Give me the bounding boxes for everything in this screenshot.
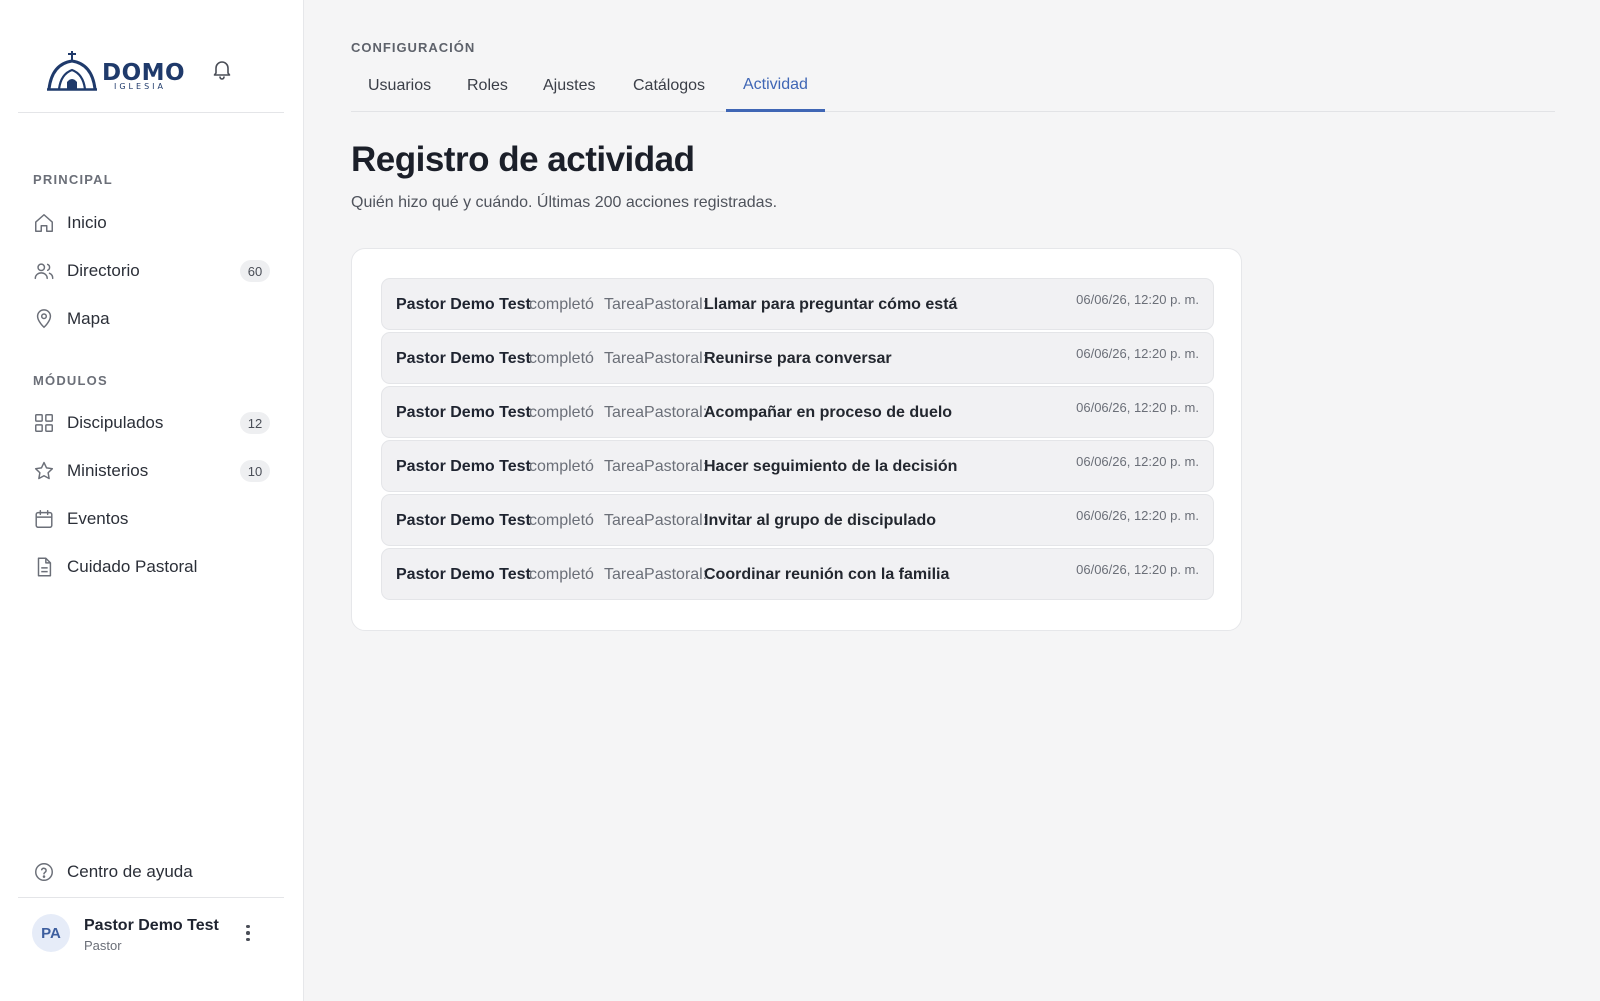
activity-row: Pastor Demo Test completó TareaPastoral:… <box>381 386 1214 438</box>
sidebar-item-inicio[interactable]: Inicio <box>18 203 284 243</box>
activity-target: Llamar para preguntar cómo está <box>704 296 958 313</box>
activity-actor: Pastor Demo Test <box>396 458 531 475</box>
activity-timestamp: 06/06/26, 12:20 p. m. <box>1076 454 1199 469</box>
activity-actor: Pastor Demo Test <box>396 296 531 313</box>
activity-card: Pastor Demo Test completó TareaPastoral:… <box>351 248 1242 631</box>
activity-target: Reunirse para conversar <box>704 350 892 367</box>
activity-entity: TareaPastoral: <box>604 566 708 583</box>
tab-ajustes[interactable]: Ajustes <box>526 70 612 112</box>
map-pin-icon <box>33 308 55 330</box>
more-options-icon[interactable] <box>238 920 258 946</box>
sidebar-item-label: Inicio <box>67 213 107 232</box>
church-dome-icon <box>47 51 97 91</box>
sidebar-item-ministerios[interactable]: Ministerios 10 <box>18 451 284 491</box>
activity-entity: TareaPastoral: <box>604 296 708 313</box>
sidebar-item-label: Discipulados <box>67 413 164 432</box>
activity-actor: Pastor Demo Test <box>396 566 531 583</box>
user-role: Pastor <box>84 938 122 953</box>
user-profile[interactable]: PA Pastor Demo Test Pastor <box>32 914 272 956</box>
sidebar-item-discipulados[interactable]: Discipulados 12 <box>18 403 284 443</box>
settings-tabs: Usuarios Roles Ajustes Catálogos Activid… <box>351 70 1555 112</box>
activity-entity: TareaPastoral: <box>604 458 708 475</box>
footer-divider <box>18 897 284 898</box>
activity-verb: completó <box>529 404 594 421</box>
activity-row: Pastor Demo Test completó TareaPastoral:… <box>381 494 1214 546</box>
activity-actor: Pastor Demo Test <box>396 404 531 421</box>
activity-target: Hacer seguimiento de la decisión <box>704 458 958 475</box>
activity-verb: completó <box>529 512 594 529</box>
section-label-principal: PRINCIPAL <box>33 172 113 187</box>
sidebar-item-label: Mapa <box>67 309 110 328</box>
grid-icon <box>33 412 55 434</box>
activity-entity: TareaPastoral: <box>604 350 708 367</box>
sidebar-item-label: Ministerios <box>67 461 149 480</box>
page-subtitle: Quién hizo qué y cuándo. Últimas 200 acc… <box>351 194 778 211</box>
activity-actor: Pastor Demo Test <box>396 350 531 367</box>
star-icon <box>33 460 55 482</box>
activity-entity: TareaPastoral: <box>604 512 708 529</box>
calendar-icon <box>33 508 55 530</box>
sidebar-item-mapa[interactable]: Mapa <box>18 299 284 339</box>
logo-subtitle: IGLESIA <box>114 82 166 91</box>
activity-timestamp: 06/06/26, 12:20 p. m. <box>1076 508 1199 523</box>
tab-roles[interactable]: Roles <box>450 70 525 112</box>
tab-usuarios[interactable]: Usuarios <box>351 70 448 112</box>
sidebar-item-label: Cuidado Pastoral <box>67 557 198 576</box>
brand-header: DOMO IGLESIA <box>18 0 284 113</box>
activity-row: Pastor Demo Test completó TareaPastoral:… <box>381 440 1214 492</box>
activity-target: Acompañar en proceso de duelo <box>704 404 953 421</box>
count-badge: 60 <box>240 260 270 282</box>
activity-verb: completó <box>529 350 594 367</box>
activity-target: Coordinar reunión con la familia <box>704 566 950 583</box>
sidebar-item-directorio[interactable]: Directorio 60 <box>18 251 284 291</box>
help-center-label: Centro de ayuda <box>67 862 193 881</box>
section-label-modulos: MÓDULOS <box>33 373 108 388</box>
activity-verb: completó <box>529 458 594 475</box>
activity-timestamp: 06/06/26, 12:20 p. m. <box>1076 346 1199 361</box>
tab-catalogos[interactable]: Catálogos <box>616 70 722 112</box>
activity-verb: completó <box>529 566 594 583</box>
document-icon <box>33 556 55 578</box>
count-badge: 10 <box>240 460 270 482</box>
sidebar-item-label: Directorio <box>67 261 140 280</box>
activity-timestamp: 06/06/26, 12:20 p. m. <box>1076 400 1199 415</box>
activity-target: Invitar al grupo de discipulado <box>704 512 937 529</box>
activity-row: Pastor Demo Test completó TareaPastoral:… <box>381 332 1214 384</box>
section-eyebrow: CONFIGURACIÓN <box>351 40 476 55</box>
count-badge: 12 <box>240 412 270 434</box>
notifications-bell-icon[interactable] <box>210 57 234 81</box>
sidebar-item-cuidado-pastoral[interactable]: Cuidado Pastoral <box>18 547 284 587</box>
activity-row: Pastor Demo Test completó TareaPastoral:… <box>381 278 1214 330</box>
help-circle-icon <box>33 861 55 883</box>
activity-verb: completó <box>529 296 594 313</box>
activity-entity: TareaPastoral: <box>604 404 708 421</box>
users-icon <box>33 260 55 282</box>
sidebar-item-eventos[interactable]: Eventos <box>18 499 284 539</box>
sidebar: DOMO IGLESIA PRINCIPAL Inicio Directorio… <box>0 0 304 1001</box>
avatar: PA <box>32 914 70 952</box>
logo[interactable]: DOMO IGLESIA <box>46 50 196 92</box>
activity-row: Pastor Demo Test completó TareaPastoral:… <box>381 548 1214 600</box>
sidebar-item-label: Eventos <box>67 509 129 528</box>
page-title: Registro de actividad <box>351 140 695 179</box>
activity-actor: Pastor Demo Test <box>396 512 531 529</box>
help-center-link[interactable]: Centro de ayuda <box>18 852 284 892</box>
home-icon <box>33 212 55 234</box>
tab-actividad[interactable]: Actividad <box>726 70 825 112</box>
user-name: Pastor Demo Test <box>84 917 219 934</box>
activity-timestamp: 06/06/26, 12:20 p. m. <box>1076 292 1199 307</box>
activity-timestamp: 06/06/26, 12:20 p. m. <box>1076 562 1199 577</box>
